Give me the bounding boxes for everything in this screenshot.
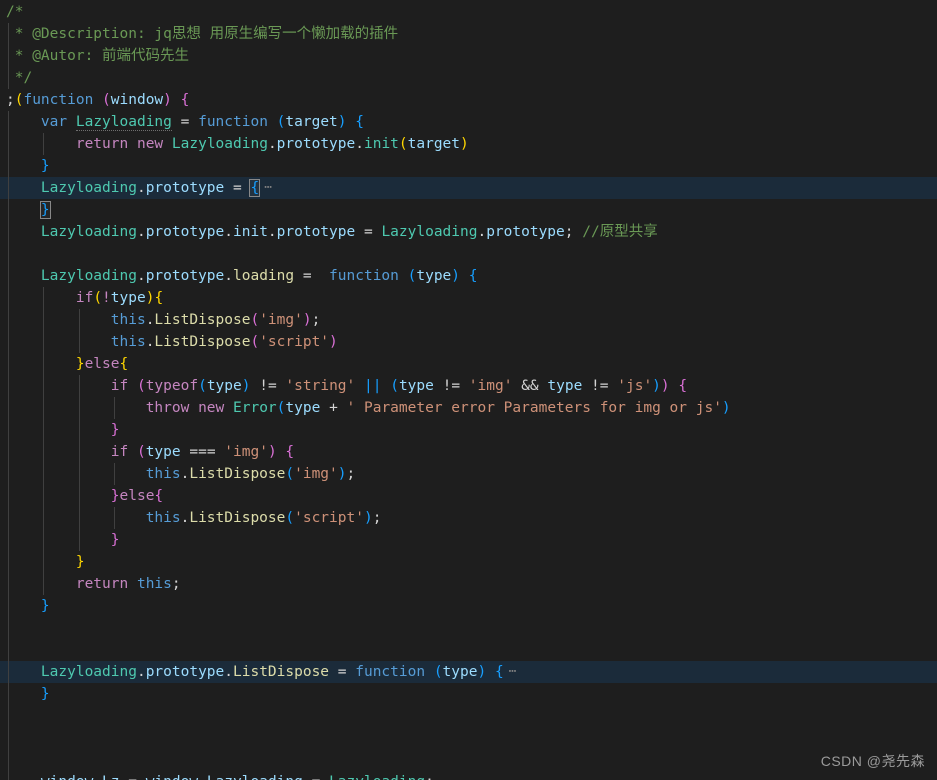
- code-line[interactable]: */: [0, 67, 937, 89]
- code-line[interactable]: * @Description: jq思想 用原生编写一个懒加载的插件: [0, 23, 937, 45]
- code-line[interactable]: Lazyloading.prototype.init.prototype = L…: [0, 221, 937, 243]
- code-line[interactable]: }: [0, 419, 937, 441]
- code-line[interactable]: window.Lz = window.Lazyloading = Lazyloa…: [0, 771, 937, 780]
- code-line[interactable]: }else{: [0, 485, 937, 507]
- watermark: CSDN @尧先森: [820, 753, 925, 769]
- code-line[interactable]: if (type === 'img') {: [0, 441, 937, 463]
- fold-marker[interactable]: ⋯: [506, 661, 521, 683]
- code-line-folded[interactable]: Lazyloading.prototype.ListDispose = func…: [0, 661, 937, 683]
- code-line[interactable]: /*: [0, 1, 937, 23]
- code-line-blank[interactable]: [0, 617, 937, 639]
- comment-author: * @Autor: 前端代码先生: [6, 48, 190, 64]
- comment-description: * @Description: jq思想 用原生编写一个懒加载的插件: [6, 26, 399, 42]
- fold-marker[interactable]: ⋯: [261, 177, 276, 199]
- code-line[interactable]: }: [0, 155, 937, 177]
- code-line[interactable]: return new Lazyloading.prototype.init(ta…: [0, 133, 937, 155]
- code-content[interactable]: /* * @Description: jq思想 用原生编写一个懒加载的插件 * …: [0, 0, 937, 780]
- code-line[interactable]: if (typeof(type) != 'string' || (type !=…: [0, 375, 937, 397]
- code-line-blank[interactable]: [0, 749, 937, 771]
- code-line[interactable]: }: [0, 529, 937, 551]
- code-line[interactable]: }: [0, 199, 937, 221]
- code-line-folded[interactable]: Lazyloading.prototype = {⋯: [0, 177, 937, 199]
- code-line[interactable]: }else{: [0, 353, 937, 375]
- code-line[interactable]: this.ListDispose('img');: [0, 463, 937, 485]
- code-line[interactable]: this.ListDispose('img');: [0, 309, 937, 331]
- code-line[interactable]: }: [0, 683, 937, 705]
- code-editor[interactable]: /* * @Description: jq思想 用原生编写一个懒加载的插件 * …: [0, 0, 937, 780]
- code-line[interactable]: throw new Error(type + ' Parameter error…: [0, 397, 937, 419]
- code-line[interactable]: * @Autor: 前端代码先生: [0, 45, 937, 67]
- code-line-blank[interactable]: [0, 727, 937, 749]
- code-line[interactable]: if(!type){: [0, 287, 937, 309]
- code-line[interactable]: }: [0, 551, 937, 573]
- code-line[interactable]: var Lazyloading = function (target) {: [0, 111, 937, 133]
- code-line[interactable]: this.ListDispose('script');: [0, 507, 937, 529]
- code-line[interactable]: ;(function (window) {: [0, 89, 937, 111]
- error-message-text: Parameter error Parameters for img or js: [355, 400, 714, 416]
- code-line[interactable]: return this;: [0, 573, 937, 595]
- code-line-blank[interactable]: [0, 705, 937, 727]
- code-line-blank[interactable]: [0, 243, 937, 265]
- code-line-blank[interactable]: [0, 639, 937, 661]
- code-line[interactable]: }: [0, 595, 937, 617]
- comment-prototype-share: //原型共享: [582, 224, 658, 240]
- code-line[interactable]: this.ListDispose('script'): [0, 331, 937, 353]
- code-line[interactable]: Lazyloading.prototype.loading = function…: [0, 265, 937, 287]
